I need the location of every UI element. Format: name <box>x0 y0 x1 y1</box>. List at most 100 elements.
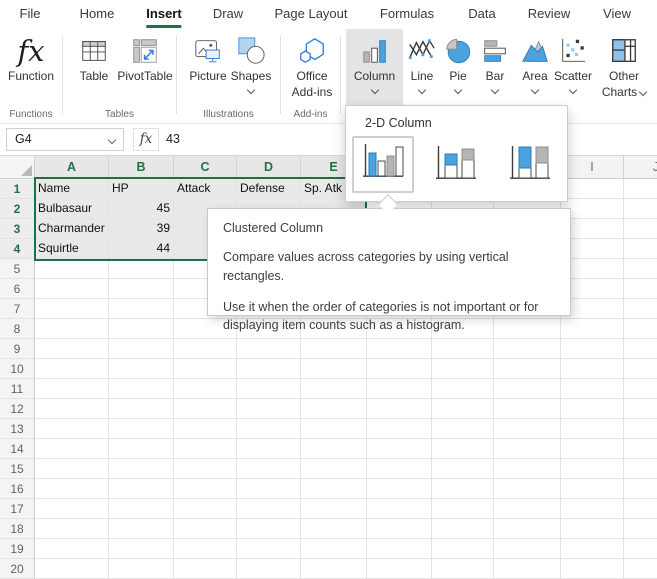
cell-D13[interactable] <box>237 419 301 439</box>
row-header-6[interactable]: 6 <box>0 279 35 299</box>
row-header-4[interactable]: 4 <box>0 239 35 259</box>
cell-B8[interactable] <box>109 319 174 339</box>
cell-I14[interactable] <box>561 439 624 459</box>
cell-D20[interactable] <box>237 559 301 579</box>
cell-J13[interactable] <box>624 419 657 439</box>
tab-formulas[interactable]: Formulas <box>380 6 434 25</box>
row-header-13[interactable]: 13 <box>0 419 35 439</box>
cell-B18[interactable] <box>109 519 174 539</box>
cell-J8[interactable] <box>624 319 657 339</box>
cell-I10[interactable] <box>561 359 624 379</box>
cell-I8[interactable] <box>561 319 624 339</box>
cell-J10[interactable] <box>624 359 657 379</box>
cell-B4[interactable]: 44 <box>109 239 174 259</box>
cell-C17[interactable] <box>174 499 237 519</box>
cell-A5[interactable] <box>35 259 109 279</box>
cell-E15[interactable] <box>301 459 367 479</box>
cell-A18[interactable] <box>35 519 109 539</box>
cell-H15[interactable] <box>494 459 561 479</box>
cell-F14[interactable] <box>367 439 432 459</box>
cell-H18[interactable] <box>494 519 561 539</box>
row-header-8[interactable]: 8 <box>0 319 35 339</box>
cell-B17[interactable] <box>109 499 174 519</box>
cell-A12[interactable] <box>35 399 109 419</box>
cell-D9[interactable] <box>237 339 301 359</box>
cell-G16[interactable] <box>432 479 494 499</box>
tab-data[interactable]: Data <box>468 6 495 25</box>
tab-home[interactable]: Home <box>80 6 115 25</box>
row-header-14[interactable]: 14 <box>0 439 35 459</box>
cell-B6[interactable] <box>109 279 174 299</box>
cell-C9[interactable] <box>174 339 237 359</box>
cell-B14[interactable] <box>109 439 174 459</box>
cell-B10[interactable] <box>109 359 174 379</box>
other-charts-button[interactable]: Other Charts <box>598 29 650 105</box>
cell-J1[interactable] <box>624 179 657 199</box>
cell-A20[interactable] <box>35 559 109 579</box>
cell-C10[interactable] <box>174 359 237 379</box>
cell-E18[interactable] <box>301 519 367 539</box>
cell-H19[interactable] <box>494 539 561 559</box>
row-header-5[interactable]: 5 <box>0 259 35 279</box>
cell-D12[interactable] <box>237 399 301 419</box>
bar-chart-button[interactable]: Bar <box>476 29 514 105</box>
cell-B16[interactable] <box>109 479 174 499</box>
cell-I18[interactable] <box>561 519 624 539</box>
column-header-J[interactable]: J <box>624 156 657 179</box>
cell-A2[interactable]: Bulbasaur <box>35 199 109 219</box>
cell-J16[interactable] <box>624 479 657 499</box>
cell-J6[interactable] <box>624 279 657 299</box>
tab-review[interactable]: Review <box>528 6 571 25</box>
scatter-chart-button[interactable]: Scatter <box>550 29 596 105</box>
cell-E16[interactable] <box>301 479 367 499</box>
function-button[interactable]: fx Function <box>2 29 60 105</box>
shapes-button[interactable]: Shapes <box>228 29 274 105</box>
cell-G17[interactable] <box>432 499 494 519</box>
row-header-20[interactable]: 20 <box>0 559 35 579</box>
cell-D10[interactable] <box>237 359 301 379</box>
row-header-11[interactable]: 11 <box>0 379 35 399</box>
cell-J20[interactable] <box>624 559 657 579</box>
tab-draw[interactable]: Draw <box>213 6 243 25</box>
row-header-1[interactable]: 1 <box>0 179 35 199</box>
cell-C16[interactable] <box>174 479 237 499</box>
cell-J15[interactable] <box>624 459 657 479</box>
cell-I16[interactable] <box>561 479 624 499</box>
cell-C14[interactable] <box>174 439 237 459</box>
select-all-corner[interactable] <box>0 156 35 179</box>
cell-C12[interactable] <box>174 399 237 419</box>
cell-H9[interactable] <box>494 339 561 359</box>
100-stacked-column-option[interactable] <box>500 136 560 195</box>
cell-D11[interactable] <box>237 379 301 399</box>
cell-A19[interactable] <box>35 539 109 559</box>
column-header-B[interactable]: B <box>109 156 174 179</box>
row-header-3[interactable]: 3 <box>0 219 35 239</box>
cell-A4[interactable]: Squirtle <box>35 239 109 259</box>
cell-B3[interactable]: 39 <box>109 219 174 239</box>
cell-J12[interactable] <box>624 399 657 419</box>
cell-B9[interactable] <box>109 339 174 359</box>
row-header-7[interactable]: 7 <box>0 299 35 319</box>
cell-E20[interactable] <box>301 559 367 579</box>
cell-F12[interactable] <box>367 399 432 419</box>
cell-A16[interactable] <box>35 479 109 499</box>
cell-A8[interactable] <box>35 319 109 339</box>
cell-F19[interactable] <box>367 539 432 559</box>
cell-G13[interactable] <box>432 419 494 439</box>
cell-H14[interactable] <box>494 439 561 459</box>
cell-F11[interactable] <box>367 379 432 399</box>
cell-D14[interactable] <box>237 439 301 459</box>
row-header-17[interactable]: 17 <box>0 499 35 519</box>
row-header-16[interactable]: 16 <box>0 479 35 499</box>
cell-G15[interactable] <box>432 459 494 479</box>
cell-I9[interactable] <box>561 339 624 359</box>
cell-F17[interactable] <box>367 499 432 519</box>
cell-C11[interactable] <box>174 379 237 399</box>
cell-J11[interactable] <box>624 379 657 399</box>
cell-F10[interactable] <box>367 359 432 379</box>
row-header-12[interactable]: 12 <box>0 399 35 419</box>
cell-C19[interactable] <box>174 539 237 559</box>
pivottable-button[interactable]: PivotTable <box>114 29 176 105</box>
cell-B15[interactable] <box>109 459 174 479</box>
cell-G12[interactable] <box>432 399 494 419</box>
